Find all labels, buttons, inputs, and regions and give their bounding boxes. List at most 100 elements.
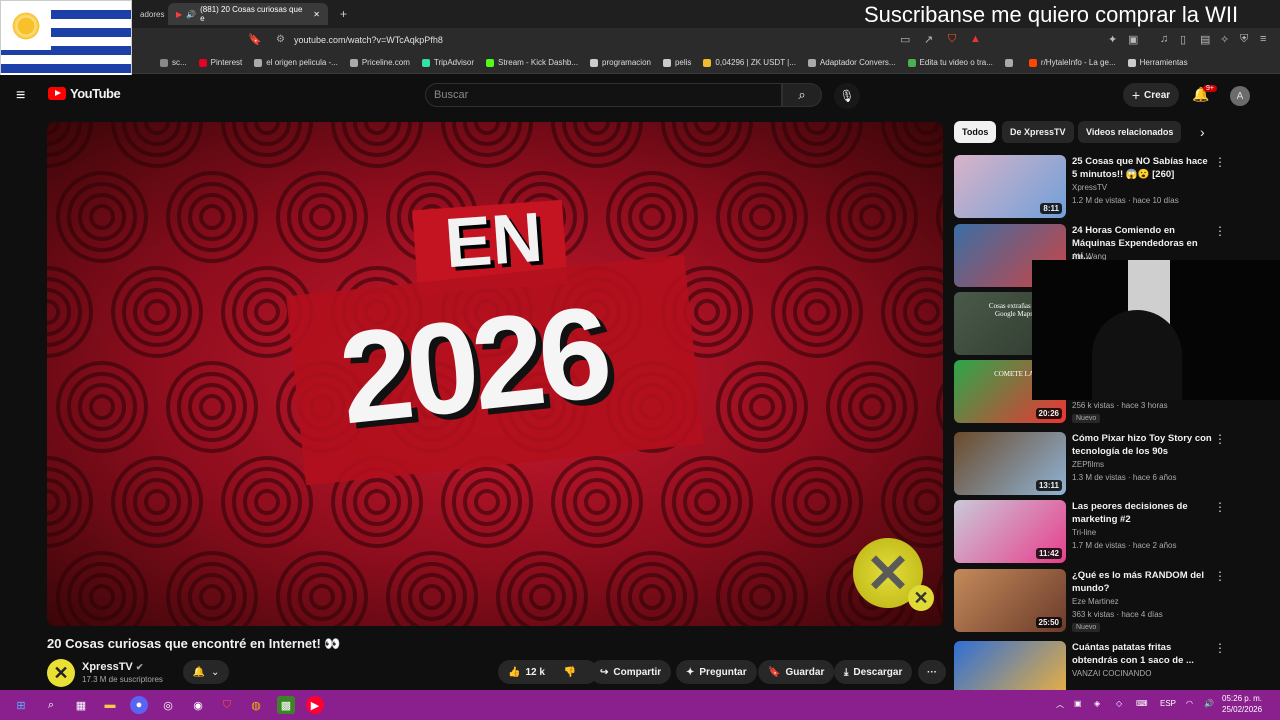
- bookmark-icon[interactable]: 🔖: [248, 33, 262, 46]
- chrome-icon[interactable]: ◍: [247, 696, 265, 714]
- chip-from-channel[interactable]: De XpressTV: [1002, 121, 1074, 143]
- recommendation-thumbnail[interactable]: 13:11: [954, 432, 1066, 495]
- brave-browser-icon[interactable]: ⛉: [218, 696, 236, 714]
- spiral-ring: [364, 122, 390, 135]
- more-actions-button[interactable]: ···: [918, 660, 946, 684]
- ask-button[interactable]: ✦ Preguntar: [676, 660, 757, 684]
- youtube-play-icon: [48, 87, 66, 100]
- more-options-icon[interactable]: ⋮: [1214, 432, 1226, 446]
- bookmark-item[interactable]: Stream - Kick Dashb...: [486, 58, 578, 67]
- save-button[interactable]: 🔖 Guardar: [758, 660, 835, 684]
- tray-app-icon[interactable]: ◇: [1116, 699, 1122, 708]
- bookmark-item[interactable]: Edita tu video o tra...: [907, 58, 993, 67]
- bookmark-item[interactable]: pelis: [662, 58, 691, 67]
- volume-icon[interactable]: 🔊: [1204, 699, 1214, 708]
- recommendation-item[interactable]: 13:11 Cómo Pixar hizo Toy Story con tecno…: [954, 432, 1274, 496]
- browser-tab[interactable]: adores: [132, 3, 172, 25]
- bookmark-label: Adaptador Convers...: [819, 58, 896, 67]
- url-field[interactable]: ⚙ youtube.com/watch?v=WTcAqkpPfh8: [268, 30, 888, 50]
- recommendation-thumbnail[interactable]: 11:42: [954, 500, 1066, 563]
- account-avatar[interactable]: A: [1230, 86, 1250, 106]
- more-options-icon[interactable]: ⋮: [1214, 641, 1226, 655]
- share-icon[interactable]: ↗: [924, 33, 933, 46]
- discord-icon[interactable]: ●: [130, 696, 148, 714]
- recommendation-item[interactable]: 11:42 Las peores decisiones de marketing …: [954, 500, 1274, 564]
- keyboard-icon[interactable]: ⌨: [1136, 699, 1148, 708]
- more-options-icon[interactable]: ⋮: [1214, 500, 1226, 514]
- bookmark-item[interactable]: TripAdvisor: [421, 58, 474, 67]
- shield-icon[interactable]: ⛨: [1240, 33, 1248, 46]
- subscribed-bell-button[interactable]: 🔔 ⌄: [183, 660, 229, 684]
- close-tab-icon[interactable]: ✕: [313, 10, 320, 19]
- chip-related[interactable]: Videos relacionados: [1078, 121, 1182, 143]
- minecraft-icon[interactable]: ▩: [277, 696, 295, 714]
- bookmark-item[interactable]: el origen pelicula -...: [254, 58, 338, 67]
- voice-search-button[interactable]: 🎙: [834, 83, 860, 109]
- more-options-icon[interactable]: ⋮: [1214, 224, 1226, 238]
- dislike-button[interactable]: 👎: [564, 667, 576, 678]
- new-tab-button[interactable]: +: [332, 3, 355, 25]
- search-input[interactable]: Buscar: [425, 83, 782, 107]
- tray-app-icon[interactable]: ◈: [1094, 699, 1100, 708]
- bookmark-item[interactable]: [1004, 58, 1017, 67]
- bookmark-item[interactable]: sc...: [160, 58, 187, 67]
- tray-chevron-icon[interactable]: ︿: [1056, 699, 1064, 710]
- search-icon[interactable]: ⌕: [42, 696, 60, 714]
- extensions-icon[interactable]: ✦: [1108, 33, 1117, 46]
- bookmark-item[interactable]: Adaptador Convers...: [807, 58, 896, 67]
- channel-avatar[interactable]: ✕: [47, 659, 75, 687]
- bookmark-item[interactable]: 0,04296 | ZK USDT |...: [703, 58, 796, 67]
- bookmark-item[interactable]: programacion: [590, 58, 651, 67]
- more-options-icon[interactable]: ⋮: [1214, 155, 1226, 169]
- calendar-icon[interactable]: ▦: [72, 696, 90, 714]
- spiral-ring: [639, 584, 665, 610]
- windows-start-icon[interactable]: ⊞: [12, 696, 30, 714]
- youtube-logo[interactable]: YouTube: [48, 86, 121, 101]
- like-button[interactable]: 👍 12 k: [508, 667, 545, 678]
- steam-icon[interactable]: ◎: [159, 696, 177, 714]
- brave-rewards-icon[interactable]: ▲: [970, 33, 981, 45]
- spiral-ring: [188, 383, 236, 431]
- bookmark-favicon-icon: [160, 58, 168, 67]
- chevron-right-icon[interactable]: ›: [1200, 124, 1205, 140]
- save-label: Guardar: [785, 666, 825, 678]
- spiral-ring: [738, 573, 786, 621]
- search-button[interactable]: ⌕: [782, 83, 822, 107]
- obs-icon[interactable]: ◉: [189, 696, 207, 714]
- system-clock[interactable]: 05:26 p. m. 25/02/2026: [1222, 693, 1262, 715]
- spiral-ring: [749, 584, 775, 610]
- screen-icon[interactable]: ▭: [900, 33, 910, 46]
- bookmark-item[interactable]: Pinterest: [198, 58, 242, 67]
- spiral-ring: [474, 489, 500, 515]
- download-button[interactable]: ⤓ Descargar: [834, 660, 913, 684]
- menu-icon[interactable]: ≡: [1260, 33, 1266, 45]
- subscriber-count: 17.3 M de suscriptores: [82, 675, 163, 684]
- site-info-icon[interactable]: ⚙: [276, 34, 285, 45]
- hamburger-menu-icon[interactable]: ≡: [16, 87, 25, 105]
- youtube-music-icon[interactable]: ▶: [306, 696, 324, 714]
- wifi-icon[interactable]: ◠: [1186, 699, 1193, 708]
- music-icon[interactable]: ♫: [1160, 33, 1168, 45]
- recommendation-item[interactable]: 8:11 25 Cosas que NO Sabías hace 5 minuto…: [954, 155, 1274, 219]
- recommendation-thumbnail[interactable]: 25:50: [954, 569, 1066, 632]
- create-button[interactable]: + Crear: [1123, 83, 1179, 107]
- channel-name[interactable]: XpressTV ✔: [82, 661, 143, 673]
- bookmark-item[interactable]: r/HytaleInfo - La ge...: [1028, 58, 1116, 67]
- vpn-icon[interactable]: ✧: [1220, 33, 1229, 46]
- language-indicator[interactable]: ESP: [1160, 699, 1176, 708]
- more-options-icon[interactable]: ⋮: [1214, 569, 1226, 583]
- share-button[interactable]: ↪ Compartir: [590, 660, 672, 684]
- spiral-ring: [463, 478, 511, 526]
- tray-app-icon[interactable]: ▣: [1074, 699, 1082, 708]
- brave-shield-icon[interactable]: ⛉: [948, 33, 956, 46]
- sidebar-icon[interactable]: ▯: [1180, 33, 1186, 46]
- tabs-icon[interactable]: ▤: [1200, 33, 1210, 46]
- recommendation-thumbnail[interactable]: 8:11: [954, 155, 1066, 218]
- bookmark-item[interactable]: Priceline.com: [349, 58, 410, 67]
- chip-all[interactable]: Todos: [954, 121, 997, 143]
- file-explorer-icon[interactable]: ▬: [101, 696, 119, 714]
- wallet-icon[interactable]: ▣: [1128, 33, 1138, 46]
- recommendation-item[interactable]: 25:50 ¿Qué es lo más RANDOM del mundo? Eze…: [954, 569, 1274, 633]
- bookmark-item[interactable]: Herramientas: [1127, 58, 1188, 67]
- browser-tab-active[interactable]: ▶ 🔊 (881) 20 Cosas curiosas que e ✕: [168, 3, 328, 25]
